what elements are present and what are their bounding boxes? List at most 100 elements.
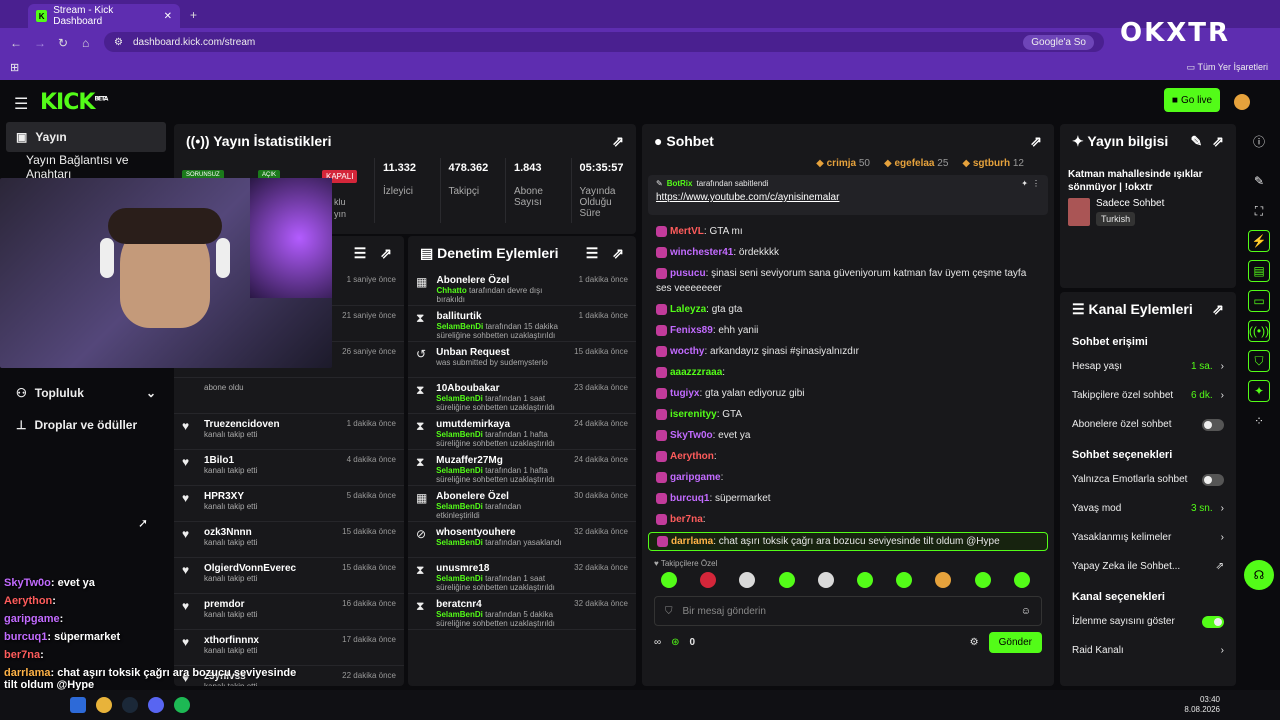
emote-icon[interactable] xyxy=(857,572,874,589)
chat-username[interactable]: tugiyx xyxy=(670,388,699,399)
forward-icon[interactable]: → xyxy=(34,36,46,50)
app-icon[interactable] xyxy=(70,697,86,713)
top-gifter[interactable]: ◆ egefelaa 25 xyxy=(884,158,948,169)
popout-icon[interactable]: ⇗ xyxy=(612,245,624,262)
home-icon[interactable]: ⌂ xyxy=(82,36,89,50)
sidebar-item-yayin[interactable]: ▣ Yayın xyxy=(6,122,166,152)
google-search-chip[interactable]: Google'a So xyxy=(1023,34,1094,50)
info-icon[interactable]: ⓘ xyxy=(1248,130,1270,152)
moderator-name[interactable]: SelamBenDi xyxy=(436,502,483,511)
wrench-icon[interactable]: ✦ xyxy=(1248,380,1270,402)
activity-user[interactable]: OlgierdVonnEverec xyxy=(204,563,296,574)
avatar[interactable] xyxy=(1234,94,1250,110)
channel-setting[interactable]: Raid Kanalı › xyxy=(1060,636,1236,665)
discord-icon[interactable] xyxy=(148,697,164,713)
activity-user[interactable]: Truezencidoven xyxy=(204,419,280,430)
moderation-row[interactable]: ⧗ beratcnr4 SelamBenDi tarafından 5 dakika… xyxy=(408,594,636,630)
moderation-target[interactable]: 10Aboubakar xyxy=(436,383,566,394)
moderator-name[interactable]: SelamBenDi xyxy=(436,466,483,475)
chat-username[interactable]: SkyTw0o xyxy=(670,430,713,441)
moderation-target[interactable]: whosentyouhere xyxy=(436,527,566,538)
moderation-row[interactable]: ⧗ Muzaffer27Mg SelamBenDi tarafından 1 haf… xyxy=(408,450,636,486)
pencil-icon[interactable]: ✎ xyxy=(1248,170,1270,192)
moderation-row[interactable]: ⧗ balliturtik SelamBenDi tarafından 15 dak… xyxy=(408,306,636,342)
moderator-name[interactable]: SelamBenDi xyxy=(436,610,483,619)
channel-setting[interactable]: Hesap yaşı 1 sa. › xyxy=(1060,352,1236,381)
moderation-row[interactable]: ⧗ unusmre18 SelamBenDi tarafından 1 saat s… xyxy=(408,558,636,594)
shield-icon[interactable]: ⛉ xyxy=(1248,350,1270,372)
channel-setting[interactable]: Abonelere özel sohbet xyxy=(1060,410,1236,439)
moderation-row[interactable]: ⧗ umutdemirkaya SelamBenDi tarafından 1 ha… xyxy=(408,414,636,450)
channel-setting[interactable]: Yalnızca Emotlarla sohbet xyxy=(1060,465,1236,494)
more-icon[interactable]: ⋮ xyxy=(1032,179,1040,188)
support-icon[interactable]: ☊ xyxy=(1244,560,1274,590)
edit-icon[interactable]: ✎ xyxy=(1191,133,1203,150)
activity-user[interactable]: ozk3Nnnn xyxy=(204,527,257,538)
moderator-name[interactable]: SelamBenDi xyxy=(436,574,483,583)
browser-tab[interactable]: K Stream - Kick Dashboard ✕ xyxy=(28,4,180,28)
reload-icon[interactable]: ↻ xyxy=(58,36,68,50)
new-tab-icon[interactable]: + xyxy=(190,8,197,22)
spotify-icon[interactable] xyxy=(174,697,190,713)
emoji-icon[interactable]: ☺ xyxy=(1021,606,1031,617)
top-gifter[interactable]: ◆ crimja 50 xyxy=(816,158,870,169)
infinity-icon[interactable]: ∞ xyxy=(654,637,661,648)
moderator-name[interactable]: Chhatto xyxy=(437,286,467,295)
category-name[interactable]: Sadece Sohbet xyxy=(1096,198,1164,209)
list-item[interactable]: ♥ Truezencidoven kanalı takip etti 1 dakika… xyxy=(174,414,404,450)
emote-icon[interactable] xyxy=(974,572,991,589)
moderation-target[interactable]: Abonelere Özel xyxy=(436,491,566,502)
moderation-row[interactable]: ⧗ 10Aboubakar SelamBenDi tarafından 1 saat… xyxy=(408,378,636,414)
capture-icon[interactable]: ⛶ xyxy=(1248,200,1270,222)
activity-user[interactable]: 1Bilo1 xyxy=(204,455,257,466)
emote-icon[interactable] xyxy=(1013,572,1030,589)
moderation-target[interactable]: Abonelere Özel xyxy=(437,275,571,286)
toggle-switch[interactable] xyxy=(1202,615,1224,628)
activity-user[interactable]: HPR3XY xyxy=(204,491,257,502)
pinned-message[interactable]: ✎ BotRix tarafından sabitlendi ✦ ⋮ https… xyxy=(648,175,1048,215)
back-icon[interactable]: ← xyxy=(10,36,22,50)
popout-icon[interactable]: ⇗ xyxy=(1030,133,1042,150)
chat-username[interactable]: burcuq1 xyxy=(670,493,709,504)
dots-icon[interactable]: ⁘ xyxy=(1248,410,1270,432)
channel-setting[interactable]: Takipçilere özel sohbet 6 dk. › xyxy=(1060,381,1236,410)
settings-icon[interactable]: ⚙ xyxy=(970,637,979,648)
channel-setting[interactable]: Yapay Zeka ile Sohbet... ⇗ xyxy=(1060,552,1236,581)
moderation-target[interactable]: balliturtik xyxy=(437,311,571,322)
moderator-name[interactable]: SelamBenDi xyxy=(437,322,484,331)
emote-icon[interactable] xyxy=(817,572,834,589)
filter-icon[interactable]: ☰ xyxy=(354,245,367,262)
moderator-name[interactable]: SelamBenDi xyxy=(436,394,483,403)
chat-username[interactable]: Fenixs89 xyxy=(670,325,713,336)
chat-username[interactable]: winchester41 xyxy=(670,247,733,258)
list-item[interactable]: ♥ 1Bilo1 kanalı takip etti 4 dakika önce xyxy=(174,450,404,486)
popout-icon[interactable]: ⇗ xyxy=(380,245,392,262)
site-info-icon[interactable]: ⚙ xyxy=(114,37,123,48)
lightning-icon[interactable]: ⚡ xyxy=(1248,230,1270,252)
popout-icon[interactable]: ⇗ xyxy=(1212,133,1224,150)
apps-grid-icon[interactable]: ⊞ xyxy=(10,61,19,74)
document-icon[interactable]: ▤ xyxy=(1248,260,1270,282)
chat-username[interactable]: wocthy xyxy=(670,346,704,357)
unpin-icon[interactable]: ✦ xyxy=(1021,179,1028,188)
moderation-target[interactable]: unusmre18 xyxy=(436,563,566,574)
channel-setting[interactable]: Yasaklanmış kelimeler › xyxy=(1060,523,1236,552)
chat-username[interactable]: pusucu xyxy=(670,268,706,279)
moderation-target[interactable]: umutdemirkaya xyxy=(436,419,566,430)
toggle-switch[interactable] xyxy=(1202,418,1224,431)
popout-icon[interactable]: ⇗ xyxy=(1212,301,1224,318)
chat-input[interactable]: ⛉ Bir mesaj gönderin ☺ xyxy=(654,596,1042,627)
channel-setting[interactable]: Yavaş mod 3 sn. › xyxy=(1060,494,1236,523)
popout-icon[interactable]: ⇗ xyxy=(612,133,624,150)
moderator-name[interactable]: SelamBenDi xyxy=(436,538,483,547)
emote-icon[interactable] xyxy=(896,572,913,589)
chat-username[interactable]: iserenityy xyxy=(670,409,717,420)
chat-username[interactable]: aaazzzraaa xyxy=(670,367,722,378)
channel-setting[interactable]: İzlenme sayısını göster xyxy=(1060,607,1236,636)
address-bar[interactable]: ⚙ dashboard.kick.com/stream Google'a So xyxy=(104,32,1104,52)
menu-icon[interactable]: ☰ xyxy=(14,94,28,114)
moderation-row[interactable]: ↺ Unban Request was submitted by sudemyst… xyxy=(408,342,636,378)
chat-username[interactable]: garipgame xyxy=(670,472,721,483)
top-gifter[interactable]: ◆ sgtburh 12 xyxy=(962,158,1024,169)
moderation-target[interactable]: Unban Request xyxy=(436,347,566,358)
